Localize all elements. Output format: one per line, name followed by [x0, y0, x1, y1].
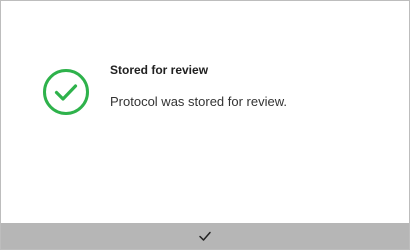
confirm-button[interactable]	[1, 223, 409, 249]
dialog-content: Stored for review Protocol was stored fo…	[110, 63, 290, 110]
dialog-message: Protocol was stored for review.	[110, 94, 288, 109]
checkmark-icon	[199, 231, 211, 241]
confirmation-dialog: Stored for review Protocol was stored fo…	[0, 0, 410, 250]
dialog-title: Stored for review	[110, 63, 209, 77]
check-circle-icon	[43, 69, 89, 115]
